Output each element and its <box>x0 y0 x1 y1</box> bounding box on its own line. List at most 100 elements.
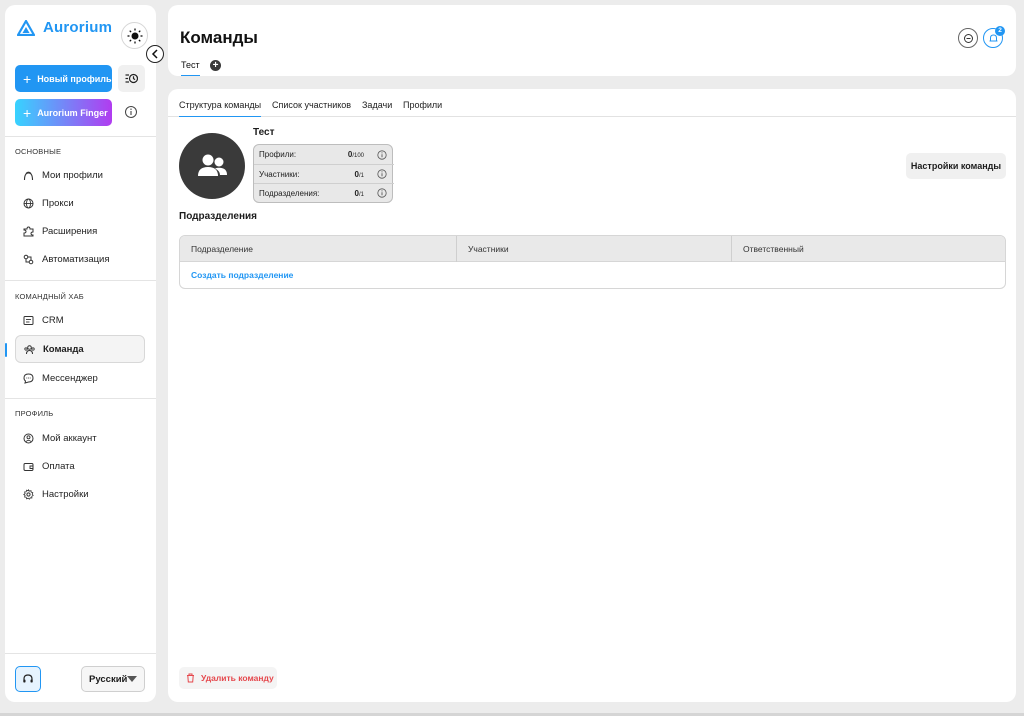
info-icon[interactable] <box>377 149 387 160</box>
sidebar-item-label: Расширения <box>42 225 98 237</box>
finger-info-icon[interactable] <box>124 105 138 119</box>
section-title-team-hub: КОМАНДНЫЙ ХАБ <box>15 292 84 301</box>
sidebar-item-team[interactable]: Команда <box>15 335 145 363</box>
sidebar-item-label: Прокси <box>42 197 74 209</box>
team-name: Тест <box>253 127 275 138</box>
stat-row-profiles: Профили: 0/100 <box>254 145 394 164</box>
sidebar-item-my-account[interactable]: Мой аккаунт <box>15 424 145 452</box>
messages-button[interactable] <box>958 28 978 48</box>
column-header-members: Участники <box>456 236 731 262</box>
sidebar-item-crm[interactable]: CRM <box>15 306 145 334</box>
team-icon <box>24 344 35 355</box>
divisions-title: Подразделения <box>179 211 257 222</box>
puzzle-icon <box>23 225 34 237</box>
tab-profiles[interactable]: Профили <box>403 100 442 116</box>
page-title: Команды <box>180 28 258 47</box>
main-card: Структура команды Список участников Зада… <box>168 89 1016 702</box>
history-icon <box>125 73 138 84</box>
divisions-table: Подразделение Участники Ответственный Со… <box>179 235 1006 289</box>
sidebar-item-label: Оплата <box>42 460 75 472</box>
aurorium-logo-icon <box>17 19 35 36</box>
stat-row-members: Участники: 0/1 <box>254 164 394 183</box>
chat-icon <box>23 372 34 384</box>
theme-toggle-button[interactable] <box>121 22 148 49</box>
sidebar-item-settings[interactable]: Настройки <box>15 480 145 508</box>
support-button[interactable] <box>15 666 41 692</box>
stat-label: Профили: <box>259 150 297 159</box>
sidebar-divider <box>5 280 156 281</box>
new-profile-button[interactable]: + Новый профиль <box>15 65 112 92</box>
sidebar-divider <box>5 136 156 137</box>
delete-team-label: Удалить команду <box>201 673 274 683</box>
automation-icon <box>23 254 34 265</box>
notifications-button[interactable]: 2 <box>983 26 1005 48</box>
header-card: Команды Тест + 2 <box>168 5 1016 76</box>
history-button[interactable] <box>118 65 145 92</box>
tab-team-structure[interactable]: Структура команды <box>179 100 262 117</box>
sidebar: Aurorium + Новый профиль + Aurorium Fing… <box>5 5 156 702</box>
sidebar-item-label: CRM <box>42 314 64 326</box>
stat-label: Подразделения: <box>259 188 320 198</box>
new-profile-label: Новый профиль <box>37 73 112 84</box>
add-team-button[interactable]: + <box>210 60 221 71</box>
column-header-responsible: Ответственный <box>731 236 1005 262</box>
sidebar-divider <box>5 653 156 654</box>
sidebar-item-label: Мессенджер <box>42 372 98 384</box>
trash-icon <box>186 673 195 683</box>
sidebar-item-label: Настройки <box>42 488 89 500</box>
wallet-icon <box>23 461 34 472</box>
stat-row-divisions: Подразделения: 0/1 <box>254 183 394 202</box>
sidebar-item-messenger[interactable]: Мессенджер <box>15 364 145 392</box>
tab-team-test[interactable]: Тест <box>181 60 200 76</box>
tab-tasks[interactable]: Задачи <box>362 100 392 116</box>
sidebar-item-label: Команда <box>43 343 84 355</box>
brand-logo[interactable]: Aurorium <box>17 19 112 36</box>
tab-members-list[interactable]: Список участников <box>272 100 351 116</box>
headset-icon <box>22 673 34 685</box>
table-header: Подразделение Участники Ответственный <box>180 236 1005 262</box>
sidebar-item-payment[interactable]: Оплата <box>15 452 145 480</box>
brand-name: Aurorium <box>43 19 113 36</box>
user-icon <box>23 170 34 181</box>
chevron-down-icon <box>127 676 138 682</box>
team-stats-box: Профили: 0/100 Участники: 0/1 Подразделе… <box>253 144 394 203</box>
sidebar-item-proxy[interactable]: Прокси <box>15 189 145 217</box>
sidebar-item-automation[interactable]: Автоматизация <box>15 245 145 273</box>
plus-icon: + <box>23 70 32 87</box>
aurorium-finger-button[interactable]: + Aurorium Finger <box>15 99 112 126</box>
finger-label: Aurorium Finger <box>37 107 108 118</box>
team-icon <box>194 151 230 181</box>
section-title-profile: ПРОФИЛЬ <box>15 409 54 418</box>
notification-badge: 2 <box>995 26 1005 36</box>
column-header-division: Подразделение <box>191 244 253 254</box>
plus-icon: + <box>23 104 32 121</box>
collapse-sidebar-button[interactable] <box>146 45 164 63</box>
delete-team-button[interactable]: Удалить команду <box>179 667 277 689</box>
stat-label: Участники: <box>259 169 300 179</box>
language-select[interactable]: Русский <box>81 666 145 692</box>
account-icon <box>23 433 34 444</box>
stat-value: 0/1 <box>354 169 364 179</box>
sidebar-item-label: Мой аккаунт <box>42 432 97 444</box>
info-icon[interactable] <box>377 188 387 198</box>
language-value: Русский <box>89 673 128 685</box>
gear-icon <box>23 488 34 500</box>
stat-value: 0/1 <box>354 188 364 198</box>
sun-icon <box>127 28 143 44</box>
team-settings-button[interactable]: Настройки команды <box>906 153 1006 179</box>
chevron-left-icon <box>151 49 159 59</box>
section-title-main: ОСНОВНЫЕ <box>15 147 62 156</box>
sidebar-item-extensions[interactable]: Расширения <box>15 217 145 245</box>
stat-value: 0/100 <box>347 150 364 159</box>
tabs-bar: Структура команды Список участников Зада… <box>168 89 1016 117</box>
sidebar-item-my-profiles[interactable]: Мои профили <box>15 161 145 189</box>
create-division-link[interactable]: Создать подразделение <box>191 270 293 280</box>
sidebar-item-label: Мои профили <box>42 169 103 181</box>
sidebar-item-label: Автоматизация <box>42 253 110 265</box>
info-icon[interactable] <box>377 169 387 179</box>
team-avatar <box>179 133 245 199</box>
active-nav-marker <box>5 343 7 357</box>
chat-icon <box>963 33 974 44</box>
crm-icon <box>23 315 34 326</box>
globe-icon <box>23 198 34 209</box>
